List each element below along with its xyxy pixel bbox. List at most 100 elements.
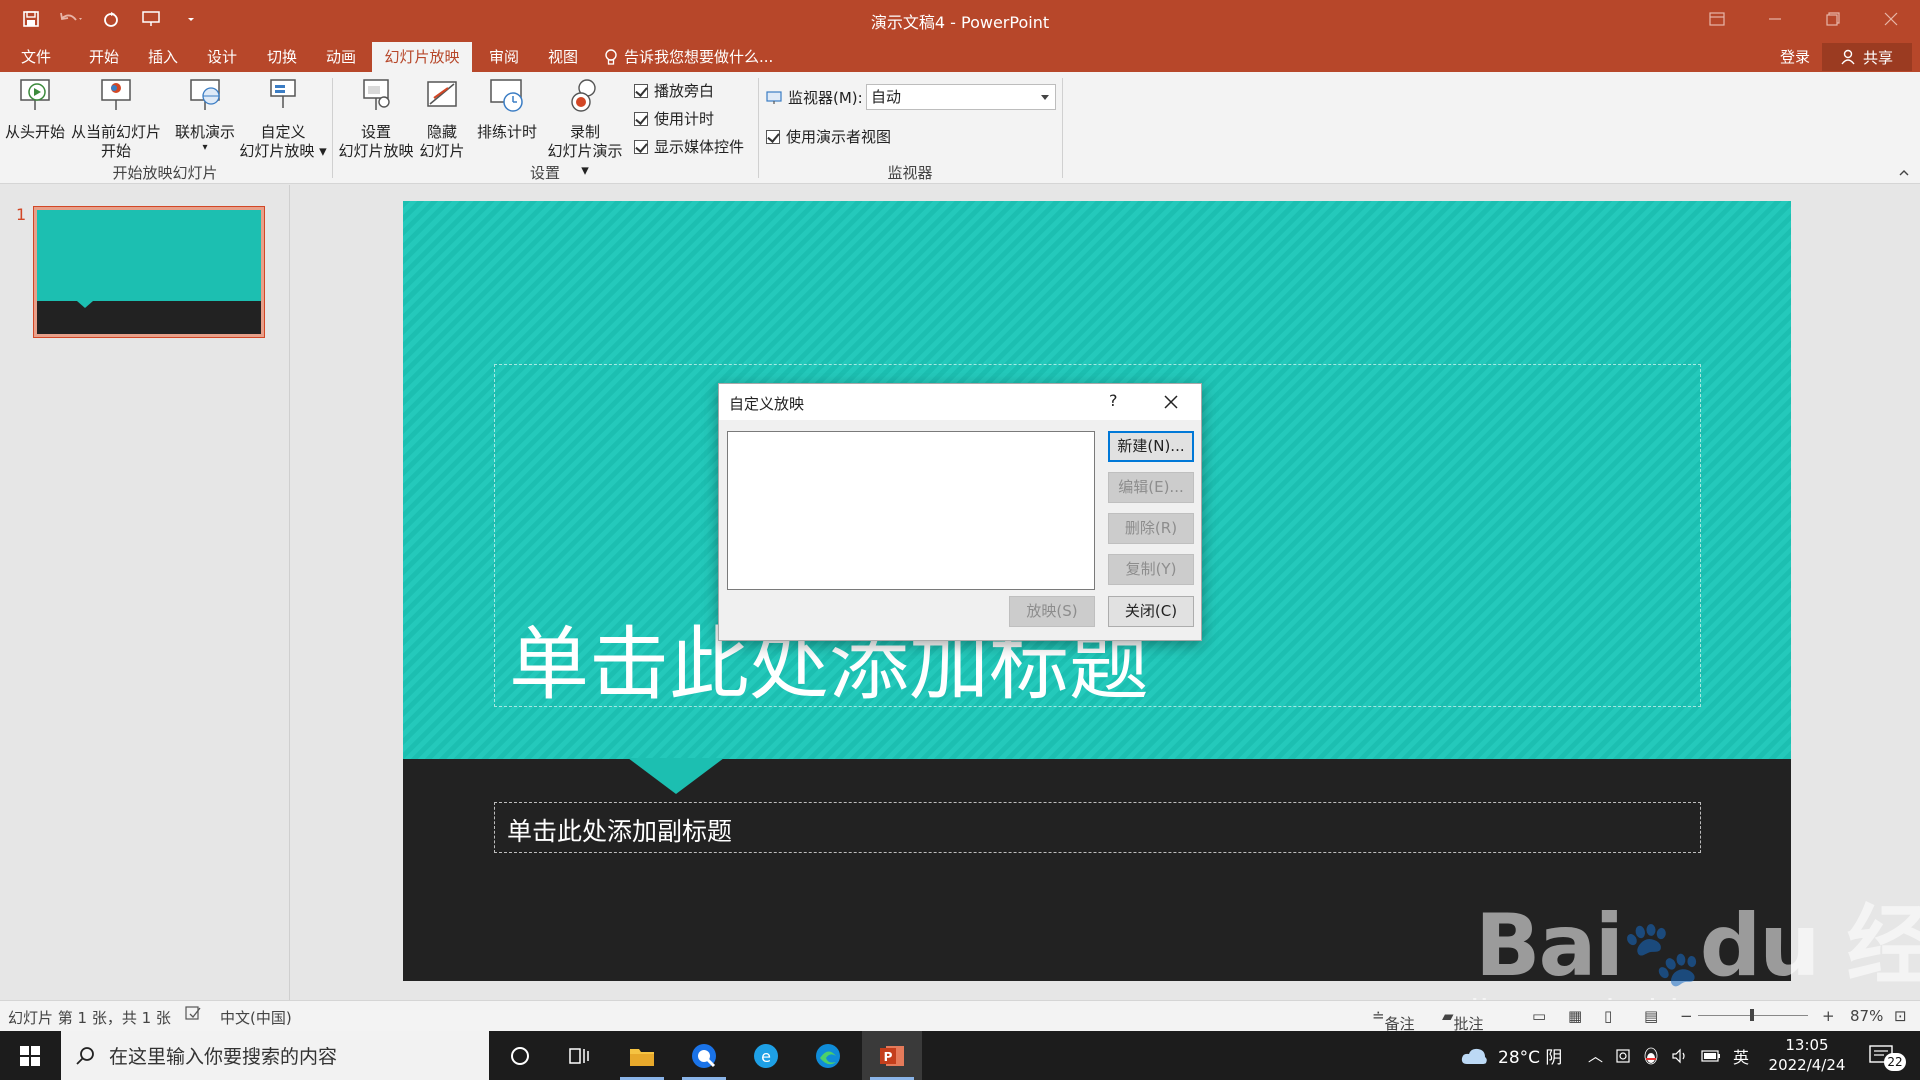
rehearse-timings-button[interactable]: 排练计时 — [472, 76, 542, 142]
tab-home[interactable]: 开始 — [78, 42, 130, 72]
checkbox-checked[interactable] — [634, 139, 648, 154]
task-view-icon[interactable] — [550, 1031, 610, 1080]
language-indicator[interactable]: 中文(中国) — [220, 1007, 292, 1028]
edge-browser-icon[interactable] — [798, 1031, 858, 1080]
close-window-icon[interactable] — [1862, 0, 1920, 38]
normal-view-icon[interactable]: ▭ — [1532, 1007, 1546, 1025]
play-narrations-checkbox[interactable]: 播放旁白 — [634, 80, 714, 101]
collapse-ribbon-icon[interactable] — [1898, 164, 1910, 182]
ie-browser-icon[interactable]: e — [736, 1031, 796, 1080]
browser-q-icon[interactable] — [674, 1031, 734, 1080]
hide-slide-button[interactable]: 隐藏 幻灯片 — [418, 76, 466, 161]
notes-button[interactable]: ≐ 备注 — [1372, 1007, 1415, 1033]
presenter-view-checkbox[interactable]: 使用演示者视图 — [766, 126, 891, 147]
share-button[interactable]: 共享 — [1822, 43, 1912, 71]
checkbox-checked[interactable] — [766, 129, 780, 144]
custom-show-label-2: 幻灯片放映 ▾ — [239, 142, 327, 160]
notification-center-icon[interactable]: 22 — [1868, 1031, 1906, 1080]
custom-slide-show-button[interactable]: 自定义 幻灯片放映 ▾ — [238, 76, 328, 161]
use-timings-label: 使用计时 — [654, 110, 715, 128]
slide-show-view-icon[interactable]: ▤ — [1644, 1007, 1658, 1025]
qq-penguin-icon[interactable] — [1643, 1047, 1659, 1065]
taskbar-search-box[interactable]: 在这里输入你要搜索的内容 — [61, 1031, 489, 1080]
ribbon-tabs: 文件 开始 插入 设计 切换 动画 幻灯片放映 审阅 视图 告诉我您想要做什么.… — [0, 38, 1920, 72]
play-from-start-icon — [20, 79, 50, 110]
copy-button[interactable]: 复制(Y) — [1108, 554, 1194, 585]
show-media-controls-label: 显示媒体控件 — [654, 138, 745, 156]
checkbox-checked[interactable] — [634, 83, 648, 98]
security-icon[interactable] — [1615, 1048, 1631, 1064]
ribbon-display-options-icon[interactable] — [1688, 0, 1746, 38]
custom-shows-list[interactable] — [727, 431, 1095, 590]
windows-taskbar: 在这里输入你要搜索的内容 e P 28°C 阴 ︿ 英 13:05 2022/4… — [0, 1031, 1920, 1080]
tab-insert[interactable]: 插入 — [137, 42, 189, 72]
subtitle-placeholder[interactable]: 单击此处添加副标题 — [494, 802, 1701, 853]
tab-design[interactable]: 设计 — [196, 42, 248, 72]
presenter-view-label: 使用演示者视图 — [786, 128, 892, 146]
tab-slide-show[interactable]: 幻灯片放映 — [372, 42, 472, 72]
checkbox-checked[interactable] — [634, 111, 648, 126]
zoom-out-icon[interactable]: − — [1680, 1007, 1693, 1025]
comments-button[interactable]: ▰ 批注 — [1442, 1007, 1484, 1033]
reading-view-icon[interactable]: ▯ — [1604, 1007, 1612, 1025]
present-online-label: 联机演示 — [174, 123, 235, 141]
slide-sorter-icon[interactable]: ▦ — [1568, 1007, 1582, 1025]
fit-to-window-icon[interactable]: ⊡ — [1894, 1007, 1907, 1025]
spelling-icon[interactable] — [184, 1005, 202, 1025]
minimize-icon[interactable] — [1746, 0, 1804, 38]
tab-file[interactable]: 文件 — [8, 42, 64, 72]
battery-icon[interactable] — [1701, 1049, 1721, 1062]
from-beginning-button[interactable]: 从头开始 — [4, 76, 66, 142]
close-button[interactable]: 关闭(C) — [1108, 596, 1194, 627]
tab-review[interactable]: 审阅 — [478, 42, 530, 72]
show-media-controls-checkbox[interactable]: 显示媒体控件 — [634, 136, 744, 157]
svg-text:e: e — [761, 1047, 771, 1066]
monitor-select[interactable]: 自动 — [866, 84, 1056, 110]
ime-indicator[interactable]: 英 — [1733, 1044, 1749, 1068]
help-icon[interactable]: ? — [1109, 391, 1118, 410]
sign-in-link[interactable]: 登录 — [1780, 42, 1810, 72]
hide-slide-icon — [427, 81, 457, 107]
close-icon[interactable] — [1159, 390, 1183, 414]
setup-show-icon — [363, 79, 390, 110]
zoom-slider-thumb[interactable] — [1750, 1009, 1754, 1021]
slide-thumbnail[interactable] — [33, 206, 265, 338]
setup-slide-show-button[interactable]: 设置 幻灯片放映 — [338, 76, 414, 161]
volume-icon[interactable] — [1671, 1048, 1689, 1064]
new-button[interactable]: 新建(N)... — [1108, 431, 1194, 462]
tab-transitions[interactable]: 切换 — [256, 42, 308, 72]
tell-me-search[interactable]: 告诉我您想要做什么... — [604, 42, 773, 72]
lightbulb-icon — [605, 49, 617, 65]
edit-button[interactable]: 编辑(E)... — [1108, 472, 1194, 503]
notification-count-badge: 22 — [1884, 1053, 1906, 1071]
restore-icon[interactable] — [1804, 0, 1862, 38]
slide-notch — [628, 758, 724, 794]
file-explorer-icon[interactable] — [612, 1031, 672, 1080]
show-hidden-icons-icon[interactable]: ︿ — [1588, 1045, 1603, 1066]
group-label-monitors: 监视器 — [887, 164, 933, 182]
zoom-in-icon[interactable]: + — [1822, 1007, 1835, 1025]
powerpoint-app-icon[interactable]: P — [862, 1031, 922, 1080]
use-timings-checkbox[interactable]: 使用计时 — [634, 108, 714, 129]
zoom-level[interactable]: 87% — [1850, 1007, 1883, 1025]
tab-view[interactable]: 视图 — [537, 42, 589, 72]
group-separator — [1062, 78, 1063, 178]
rehearse-label: 排练计时 — [476, 123, 537, 141]
from-current-slide-button[interactable]: 从当前幻灯片 开始 — [70, 76, 162, 161]
rehearse-timings-icon — [490, 79, 523, 112]
system-clock[interactable]: 13:05 2022/4/24 — [1762, 1035, 1852, 1075]
dialog-title-bar: 自定义放映 ? — [719, 384, 1201, 420]
present-online-button[interactable]: 联机演示 ▾ — [170, 76, 240, 154]
system-tray: ︿ 英 — [1588, 1031, 1749, 1080]
show-button[interactable]: 放映(S) — [1009, 596, 1095, 627]
weather-text: 28°C 阴 — [1498, 1048, 1563, 1068]
chevron-down-icon — [1041, 95, 1049, 100]
from-beginning-label: 从头开始 — [4, 123, 65, 141]
cortana-icon[interactable] — [490, 1031, 550, 1080]
window-controls — [1688, 0, 1920, 38]
weather-widget[interactable]: 28°C 阴 — [1460, 1031, 1562, 1080]
tell-me-label: 告诉我您想要做什么... — [624, 48, 774, 66]
windows-start-icon[interactable] — [0, 1031, 60, 1080]
tab-animations[interactable]: 动画 — [315, 42, 367, 72]
remove-button[interactable]: 删除(R) — [1108, 513, 1194, 544]
